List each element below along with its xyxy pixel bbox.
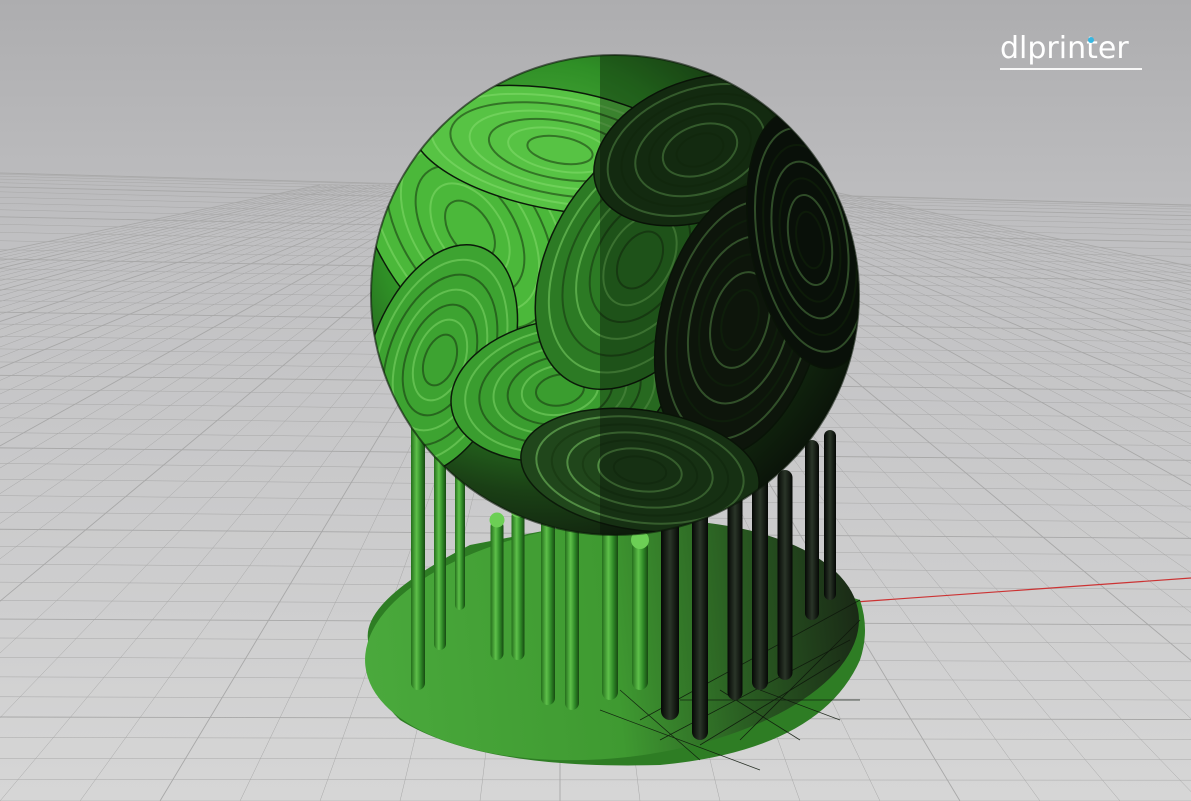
support-pillar <box>565 510 579 710</box>
support-pillar <box>824 430 836 600</box>
support-pillar <box>632 540 648 690</box>
brand-accent-dot <box>1088 37 1094 43</box>
support-pillar <box>511 510 525 660</box>
support-tip <box>489 512 505 528</box>
support-pillar <box>752 460 768 690</box>
support-pillar <box>541 510 555 705</box>
brand-wordmark: dlprinter <box>1000 31 1129 66</box>
dlprinter-logo: dlprinter <box>1000 28 1142 72</box>
support-pillar <box>805 440 819 620</box>
3d-viewport[interactable]: dlprinter <box>0 0 1191 801</box>
support-pillar <box>490 520 504 660</box>
viewport-canvas[interactable] <box>0 0 1191 801</box>
brand-underline <box>1000 68 1142 70</box>
support-pillar <box>777 470 793 680</box>
support-pillar <box>602 520 618 700</box>
